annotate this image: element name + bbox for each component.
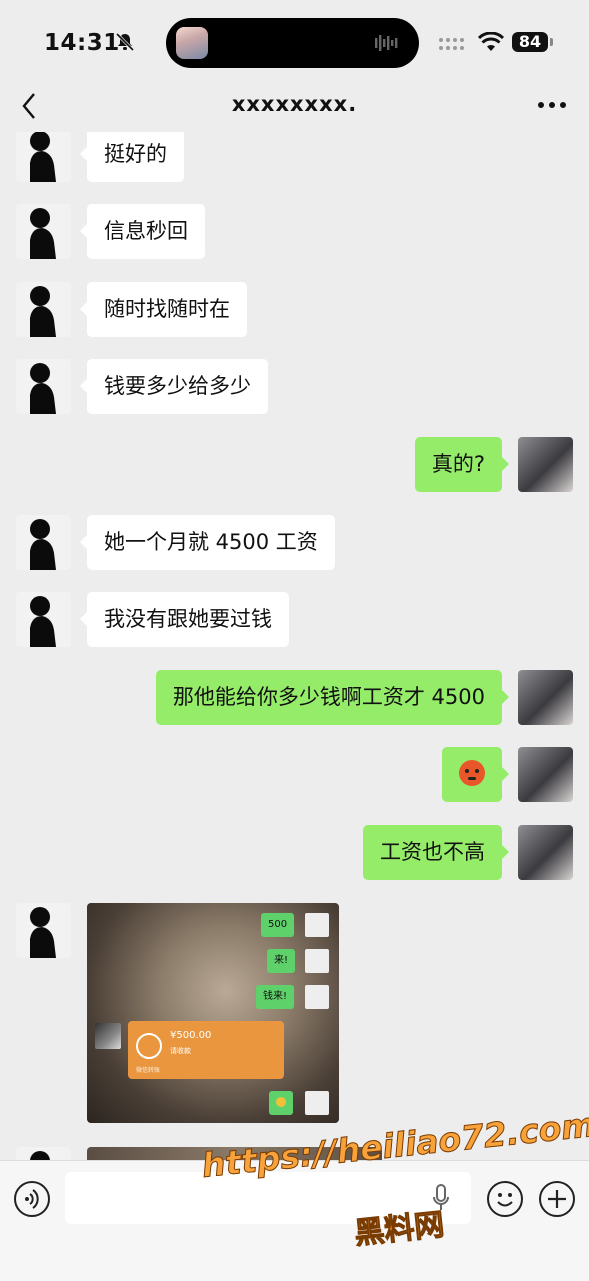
plus-icon[interactable] — [539, 1181, 575, 1217]
message-bubble-outgoing[interactable]: 那他能给你多少钱啊工资才 4500 — [155, 670, 510, 725]
battery-tip — [550, 38, 553, 46]
contact-avatar[interactable] — [16, 204, 71, 259]
screenshot-bubble: 钱来! — [256, 985, 295, 1009]
user-avatar[interactable] — [518, 747, 573, 802]
contact-avatar[interactable] — [16, 515, 71, 570]
user-avatar[interactable] — [518, 670, 573, 725]
more-dots-icon[interactable] — [537, 100, 567, 110]
signal-icon — [439, 38, 464, 50]
watermark-name: 黑料网 — [352, 1207, 446, 1252]
angry-face-emoji-icon — [459, 760, 485, 786]
message-bubble-outgoing[interactable]: 真的? — [414, 437, 510, 492]
message-bubble-incoming[interactable]: 信息秒回 — [80, 204, 205, 259]
bell-muted-icon — [115, 32, 135, 52]
screenshot-avatar — [305, 913, 329, 937]
screenshot-avatar — [95, 1023, 121, 1049]
contact-avatar[interactable] — [16, 1147, 71, 1160]
screenshot-emoji-bubble — [269, 1091, 293, 1115]
message-bubble-incoming[interactable]: 钱要多少给多少 — [80, 359, 268, 414]
chat-header: xxxxxxxx. — [0, 82, 589, 132]
screenshot-bubble: 500 — [261, 913, 295, 937]
contact-avatar[interactable] — [16, 132, 71, 182]
wifi-icon — [478, 32, 504, 51]
chat-title: xxxxxxxx. — [231, 92, 358, 116]
input-bar — [0, 1160, 589, 1281]
message-bubble-outgoing[interactable] — [442, 747, 509, 802]
screenshot-avatar — [305, 1091, 329, 1115]
screenshot-avatar — [305, 985, 329, 1009]
battery-indicator: 84 — [512, 32, 548, 52]
image-message[interactable]: 500 来! 钱来! ¥500.00 请收款 微信转账 — [87, 903, 339, 1123]
message-bubble-incoming[interactable]: 她一个月就 4500 工资 — [80, 515, 335, 570]
screenshot-avatar — [305, 949, 329, 973]
transfer-icon — [136, 1033, 162, 1059]
dynamic-island[interactable] — [166, 18, 419, 68]
status-time: 14:31 — [44, 30, 120, 56]
transfer-card: ¥500.00 请收款 微信转账 — [128, 1021, 284, 1079]
status-bar: 14:31 84 — [0, 0, 589, 82]
screenshot-bubble: 来! — [267, 949, 296, 973]
user-avatar[interactable] — [518, 825, 573, 880]
contact-avatar[interactable] — [16, 359, 71, 414]
transfer-footer: 微信转账 — [136, 1067, 161, 1074]
now-playing-thumbnail — [176, 27, 208, 59]
message-bubble-outgoing[interactable]: 工资也不高 — [363, 825, 509, 880]
emoji-icon[interactable] — [487, 1181, 523, 1217]
transfer-status: 请收款 — [170, 1047, 191, 1055]
contact-avatar[interactable] — [16, 282, 71, 337]
contact-avatar[interactable] — [16, 592, 71, 647]
audio-wave-icon — [375, 35, 398, 51]
message-bubble-incoming[interactable]: 随时找随时在 — [80, 282, 247, 337]
message-bubble-incoming[interactable]: 挺好的 — [80, 132, 184, 182]
contact-avatar[interactable] — [16, 903, 71, 958]
user-avatar[interactable] — [518, 437, 573, 492]
transfer-amount: ¥500.00 — [170, 1030, 212, 1041]
message-bubble-incoming[interactable]: 我没有跟她要过钱 — [80, 592, 289, 647]
voice-icon[interactable] — [14, 1181, 50, 1217]
message-list[interactable]: 挺好的 信息秒回 随时找随时在 钱要多少给多少 真的? 她一个月就 4500 工… — [0, 132, 589, 1160]
